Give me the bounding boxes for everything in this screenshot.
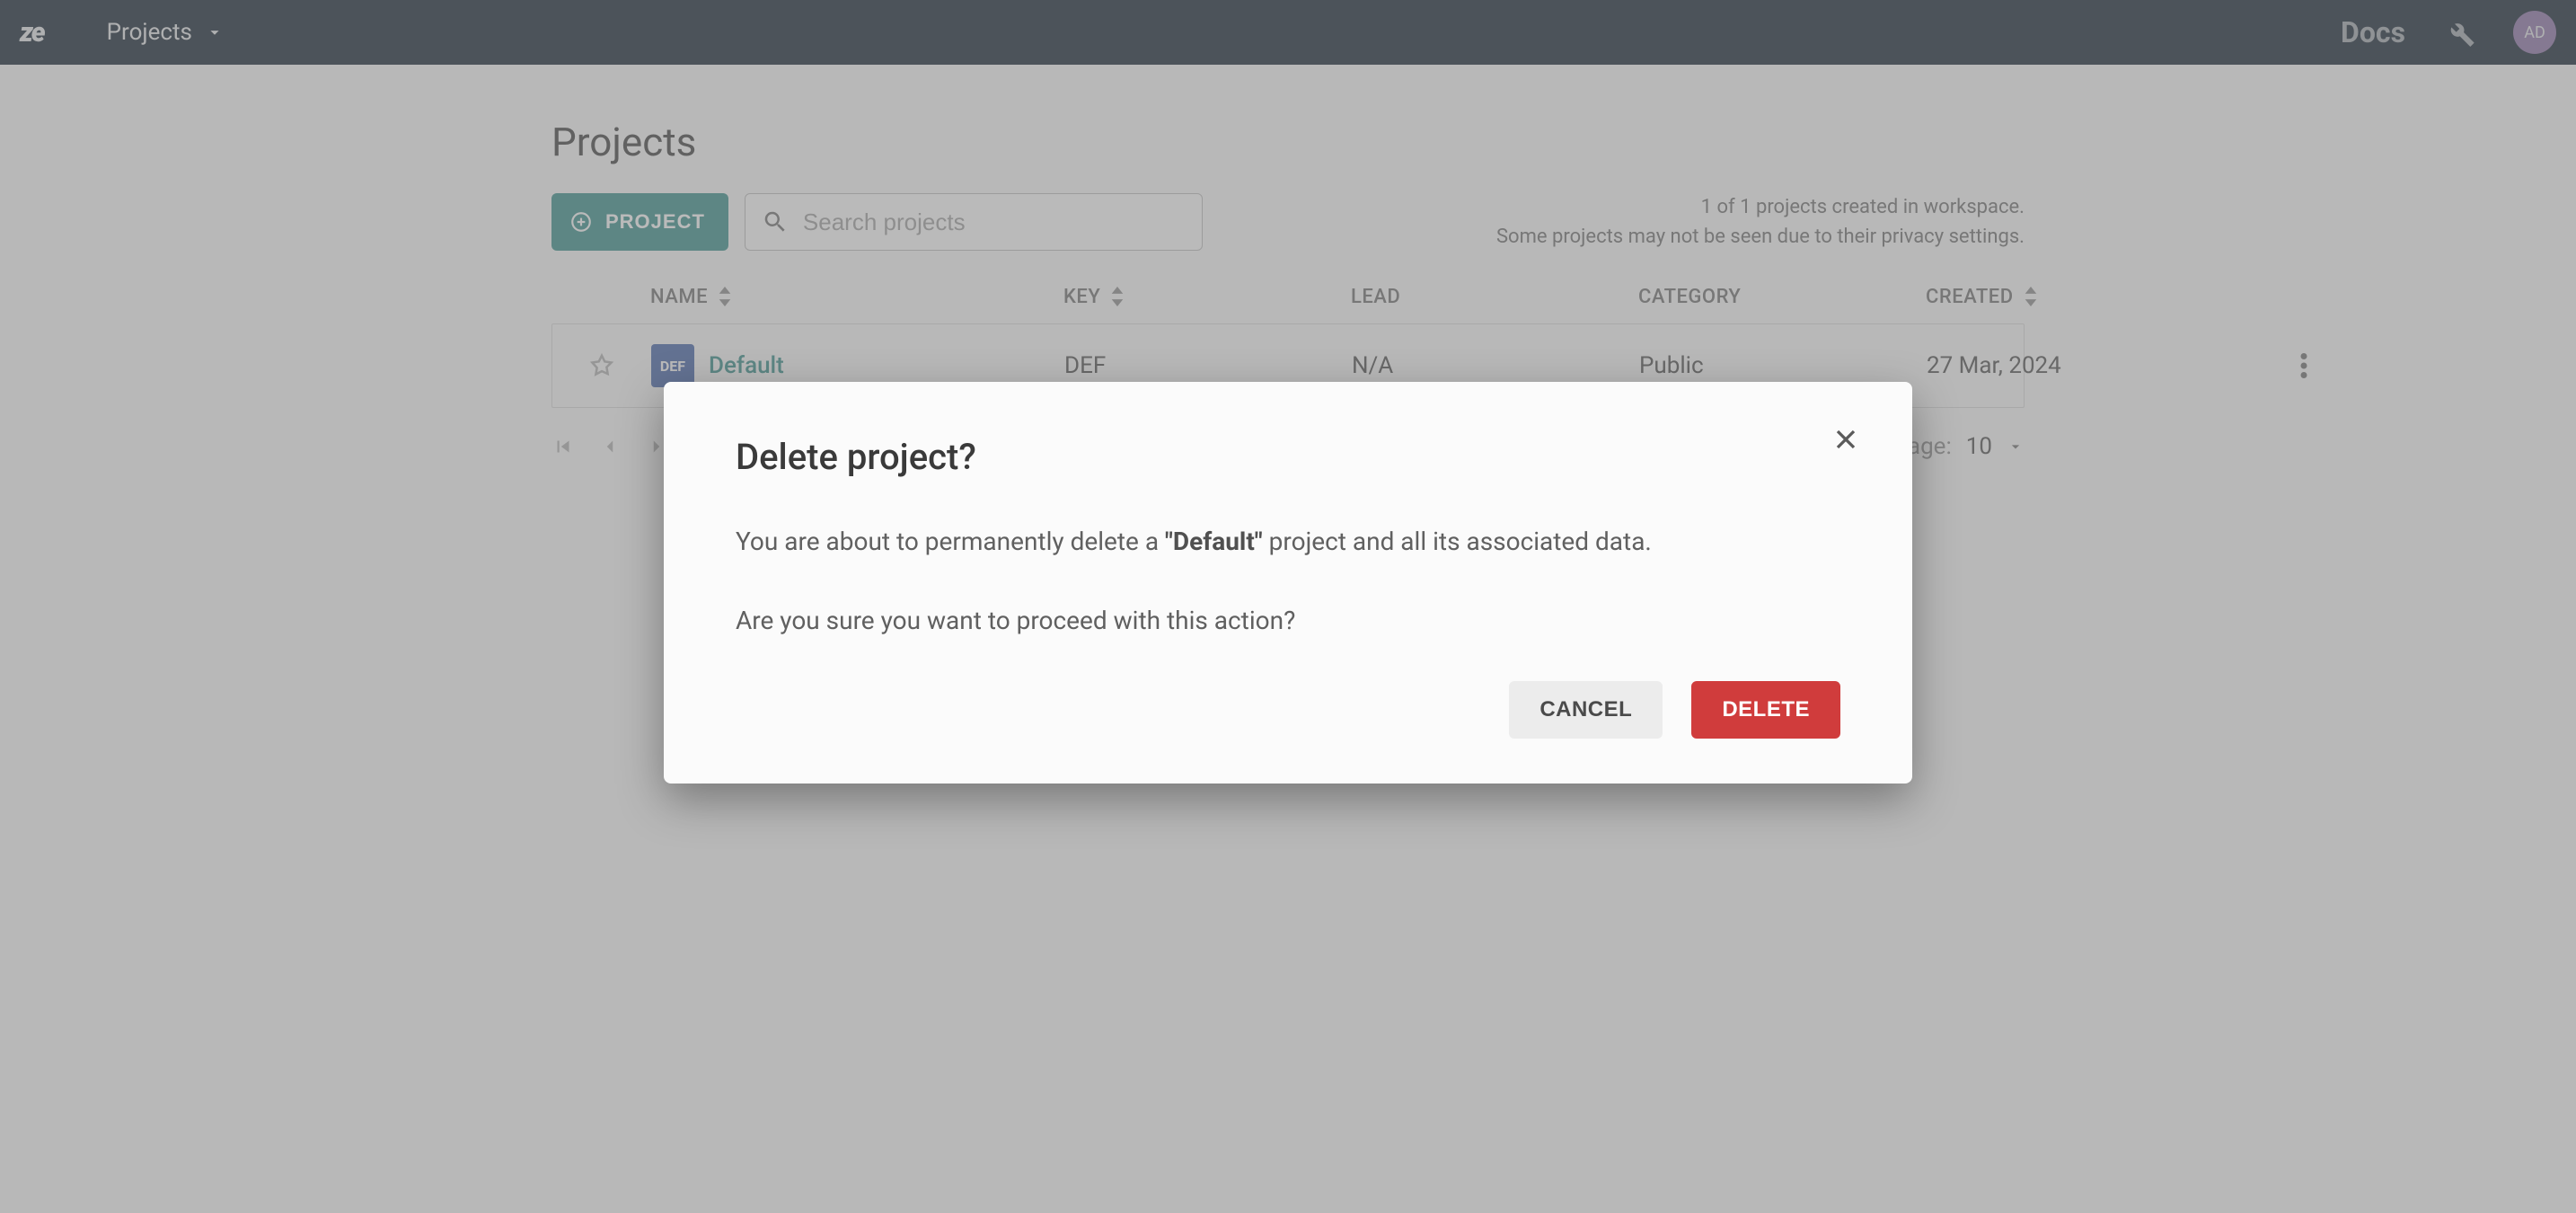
delete-project-modal: Delete project? You are about to permane… — [664, 382, 1912, 784]
modal-body-prefix: You are about to permanently delete a — [736, 527, 1165, 556]
modal-body-2: Are you sure you want to proceed with th… — [736, 602, 1840, 640]
modal-title: Delete project? — [736, 436, 1840, 478]
close-icon[interactable] — [1830, 423, 1862, 456]
modal-overlay[interactable]: Delete project? You are about to permane… — [0, 0, 2576, 1213]
modal-body-project: "Default" — [1165, 527, 1263, 556]
cancel-button[interactable]: CANCEL — [1509, 681, 1663, 739]
modal-body-suffix: project and all its associated data. — [1263, 527, 1652, 556]
delete-button[interactable]: DELETE — [1691, 681, 1840, 739]
modal-actions: CANCEL DELETE — [736, 681, 1840, 739]
modal-body-1: You are about to permanently delete a "D… — [736, 523, 1840, 561]
